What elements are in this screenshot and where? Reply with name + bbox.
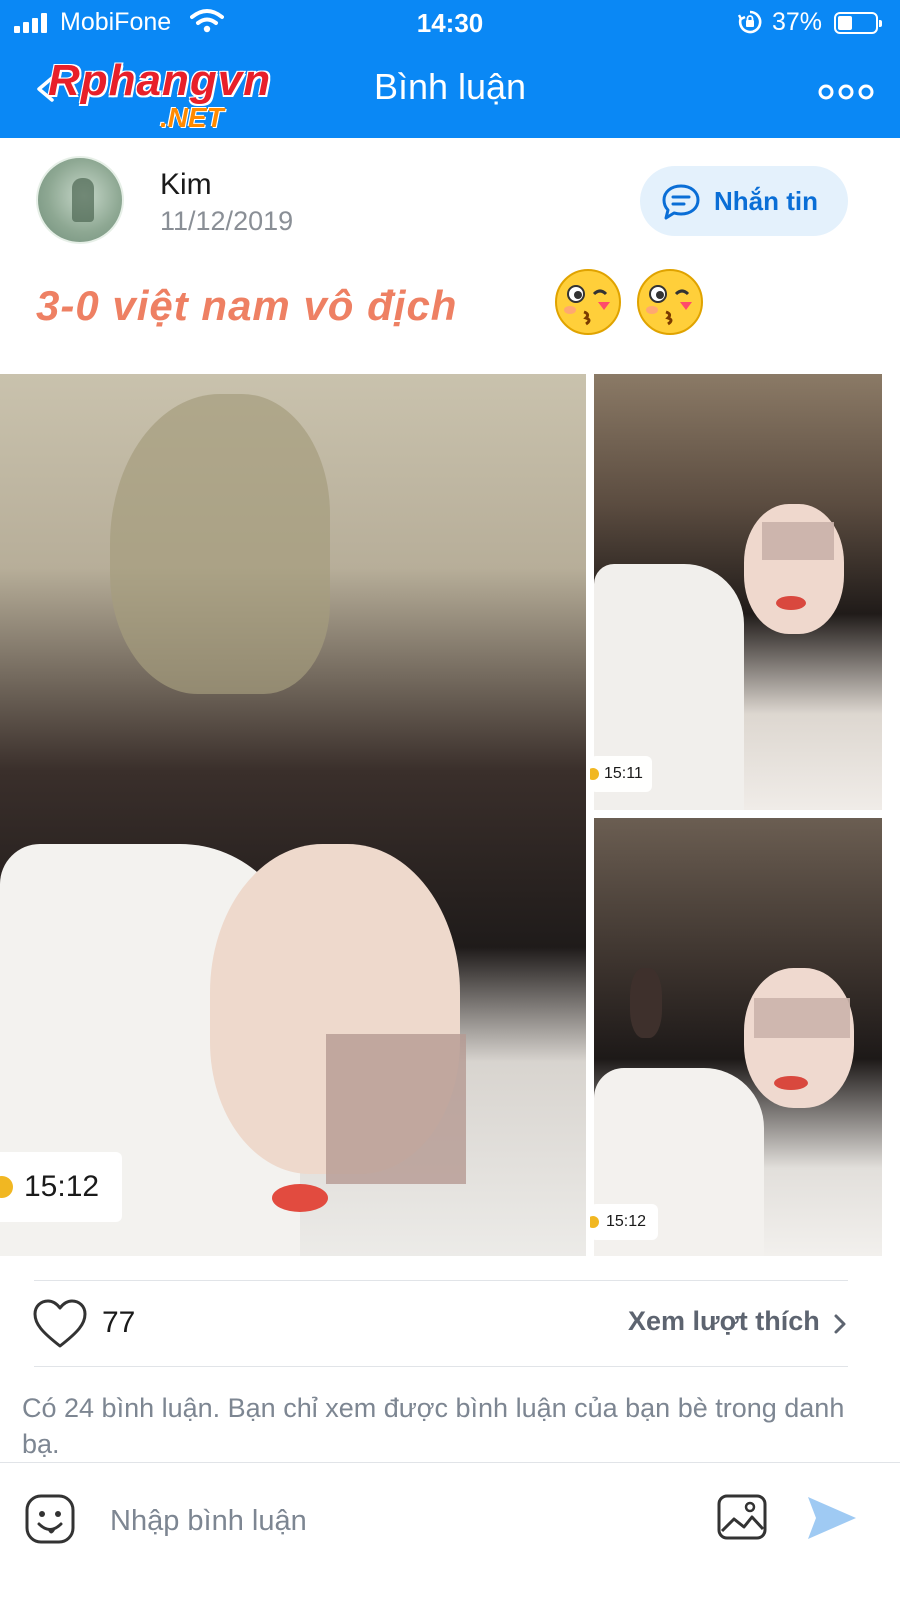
clock-icon (0, 1176, 13, 1198)
clock-icon (590, 768, 599, 780)
photo-time-badge: 15:11 (590, 756, 652, 792)
status-bar: MobiFone 14:30 37% (0, 0, 900, 46)
like-count: 77 (102, 1306, 136, 1339)
photo-time: 15:11 (604, 765, 643, 782)
divider (34, 1280, 848, 1281)
chevron-right-icon[interactable] (832, 1312, 848, 1336)
photo-time-badge: 15:12 (590, 1204, 658, 1240)
divider (34, 1366, 848, 1367)
clock-icon (590, 1216, 599, 1228)
rotation-lock-icon (738, 10, 762, 34)
heart-icon[interactable] (32, 1298, 88, 1350)
page-title: Bình luận (373, 66, 527, 107)
top-bar: MobiFone 14:30 37% Rphangvn .NET Bình lu… (0, 0, 900, 138)
send-icon[interactable] (806, 1495, 858, 1541)
post-photo-main[interactable] (0, 374, 586, 1256)
more-icon[interactable] (818, 82, 874, 102)
post-photo-bottom[interactable] (594, 818, 882, 1256)
avatar[interactable] (36, 156, 124, 244)
view-likes-link[interactable]: Xem lượt thích (628, 1306, 820, 1337)
post-caption: 3-0 việt nam vô địch (36, 282, 458, 329)
kiss-emoji-icon (637, 269, 703, 335)
post-date: 11/12/2019 (160, 206, 294, 236)
message-button[interactable]: Nhắn tin (640, 166, 848, 236)
comment-input[interactable] (110, 1499, 670, 1543)
photo-time-badge: 15:12 (0, 1152, 122, 1222)
image-icon[interactable] (716, 1493, 768, 1541)
battery-icon (834, 12, 882, 34)
kiss-emoji-icon (555, 269, 621, 335)
battery-percent: 37% (772, 8, 823, 36)
photo-time: 15:12 (606, 1213, 647, 1230)
post-photo-top[interactable] (594, 374, 882, 810)
smiley-icon[interactable] (24, 1493, 76, 1545)
comments-notice: Có 24 bình luận. Bạn chỉ xem được bình l… (22, 1393, 845, 1459)
photo-time: 15:12 (24, 1170, 100, 1203)
author-name[interactable]: Kim (160, 168, 212, 202)
chat-bubble-icon (662, 184, 700, 220)
message-button-label: Nhắn tin (714, 186, 818, 216)
comment-composer (0, 1462, 900, 1600)
status-time: 14:30 (416, 8, 484, 38)
